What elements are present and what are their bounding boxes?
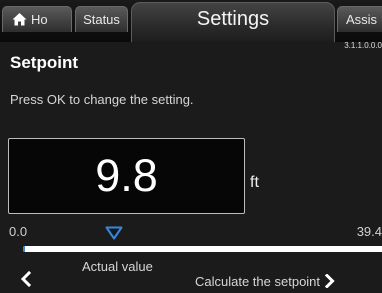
calculate-setpoint-label: Calculate the setpoint [195, 274, 321, 289]
tab-home-label: Ho [31, 12, 48, 27]
version-number: 3.1.1.0.0.0 [344, 41, 382, 50]
tab-status[interactable]: Status [75, 6, 128, 32]
setpoint-unit: ft [250, 174, 259, 191]
tab-assist[interactable]: Assis [337, 6, 382, 32]
home-icon [12, 13, 27, 26]
chevron-right-icon [324, 273, 335, 289]
tab-bar: Ho Status Assis Settings [0, 0, 382, 42]
page-title: Setpoint [10, 53, 78, 72]
setpoint-scale-bar [23, 246, 382, 252]
actual-value-label: Actual value [82, 259, 153, 274]
tab-settings[interactable]: Settings [131, 2, 335, 42]
scale-max-label: 39.4 [356, 224, 382, 239]
chevron-left-icon[interactable] [20, 271, 32, 287]
setpoint-value-box[interactable]: 9.8 [8, 138, 245, 214]
calculate-setpoint-link[interactable]: Calculate the setpoint [195, 273, 335, 289]
actual-value-fill [23, 246, 25, 252]
tab-home[interactable]: Ho [2, 6, 72, 32]
instruction-text: Press OK to change the setting. [10, 92, 194, 107]
setpoint-screen: Ho Status Assis Settings 3.1.1.0.0.0 Set… [0, 0, 382, 293]
setpoint-marker-icon [105, 226, 123, 240]
scale-min-label: 0.0 [9, 224, 28, 239]
